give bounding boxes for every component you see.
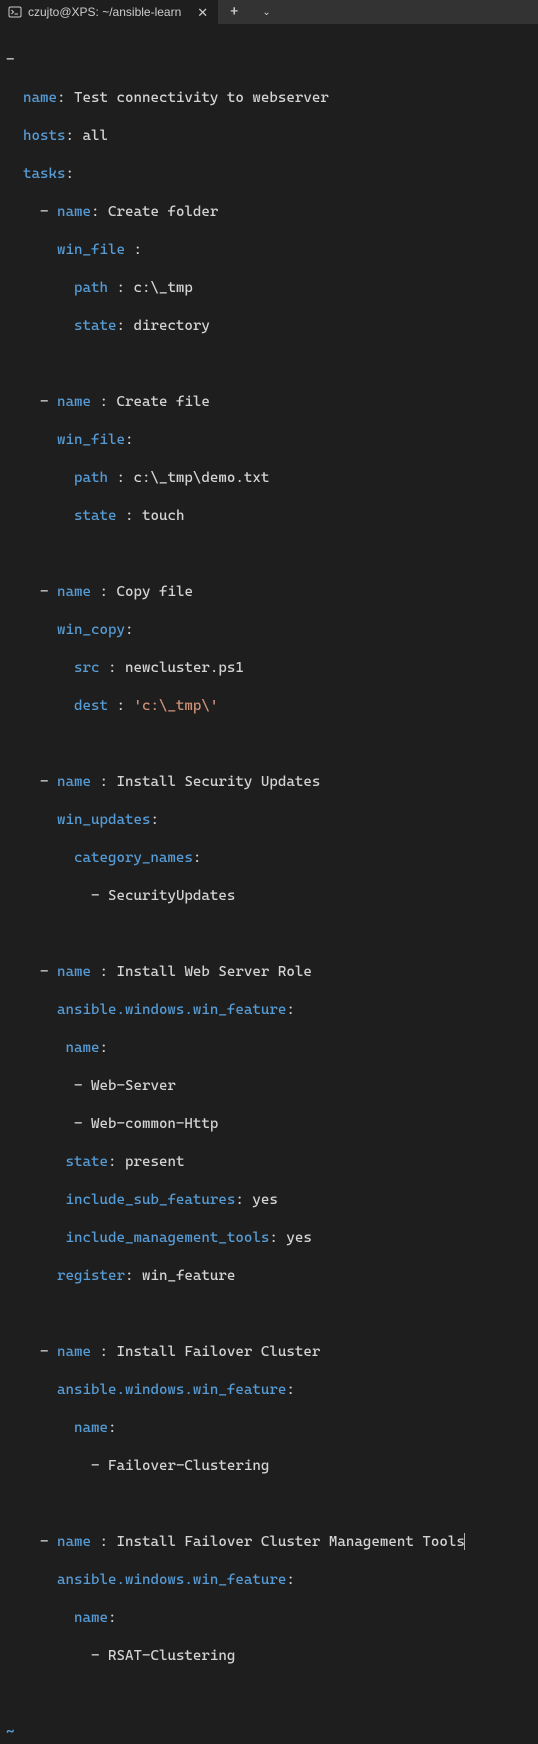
editor-content[interactable]: - name: Test connectivity to webserver h… xyxy=(0,24,538,1744)
close-icon[interactable]: ✕ xyxy=(197,3,208,22)
titlebar: czujto@XPS: ~/ansible-learn ✕ + ⌄ xyxy=(0,0,538,24)
terminal-icon xyxy=(8,5,22,19)
text-cursor xyxy=(464,1533,465,1550)
new-tab-button[interactable]: + xyxy=(230,3,238,22)
terminal-tab[interactable]: czujto@XPS: ~/ansible-learn ✕ xyxy=(0,0,218,24)
tab-title: czujto@XPS: ~/ansible-learn xyxy=(28,3,181,22)
tab-dropdown-button[interactable]: ⌄ xyxy=(262,3,270,22)
tab-actions: + ⌄ xyxy=(218,0,538,24)
